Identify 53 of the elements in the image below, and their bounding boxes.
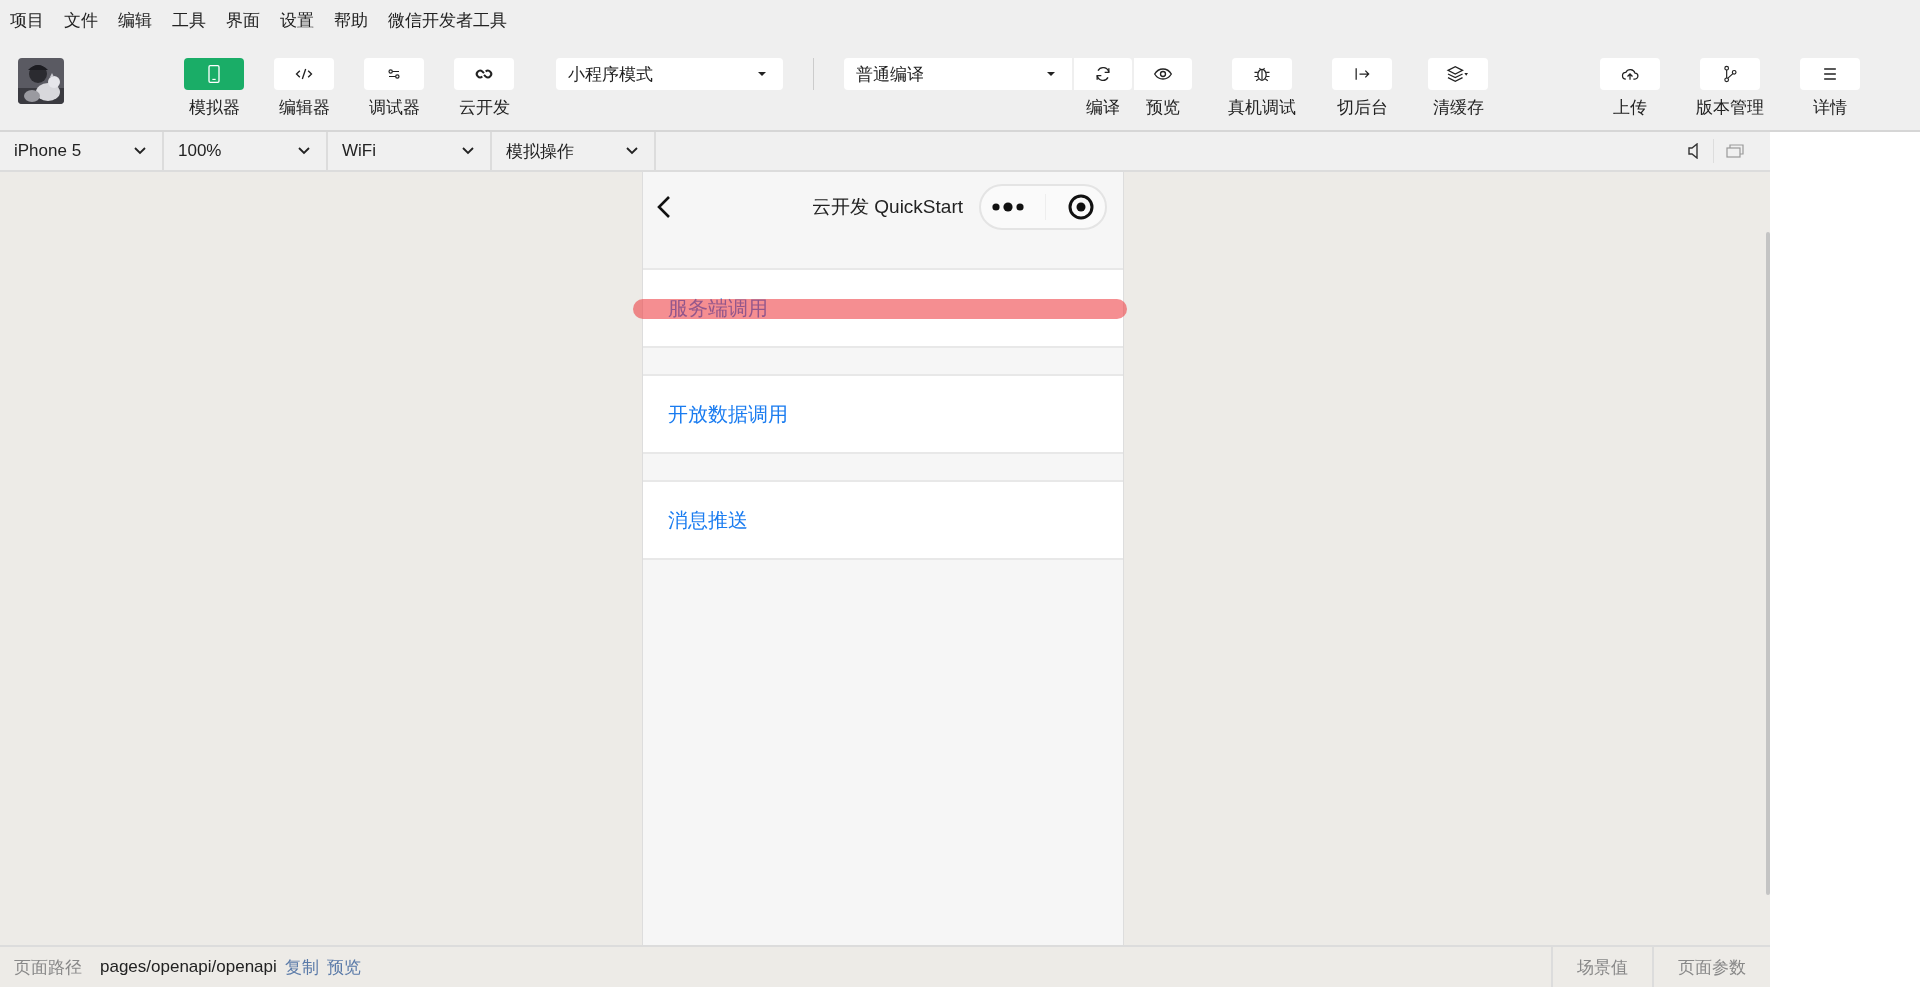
toolbar-button[interactable] [1134,58,1192,90]
compile-dropdown[interactable]: 普通编译 [844,58,1072,90]
tool-label: 上传 [1613,97,1647,119]
scrollbar[interactable] [1766,232,1770,895]
toolbar-button[interactable] [1800,58,1860,90]
chevron-down-icon [134,147,146,155]
chevron-down-icon [462,147,474,155]
toolbar-button[interactable] [1232,58,1292,90]
menu-item[interactable]: 设置 [280,8,314,32]
tool-label: 详情 [1813,97,1847,119]
path-label: 页面路径 [14,956,82,979]
more-icon [991,201,1026,213]
menu-item[interactable]: 帮助 [334,8,368,32]
list-item[interactable]: 开放数据调用 [643,374,1123,454]
dropdown-caret-icon [1046,71,1056,77]
speaker-icon [1687,143,1701,159]
nav-title: 云开发 QuickStart [812,195,963,219]
window-icon [1726,144,1744,158]
tool-label: 调试器 [368,97,420,119]
toolbar-button[interactable] [1074,58,1132,90]
link[interactable]: 预览 [326,955,361,979]
tool-label: 编译 [1086,97,1120,119]
device-dropdown[interactable]: WiFi [328,132,492,170]
toolbar-button[interactable] [454,58,514,90]
menu-item[interactable]: 编辑 [118,8,152,32]
device-dropdown[interactable]: iPhone 5 [0,132,164,170]
back-icon [657,195,671,219]
tool-label: 真机调试 [1228,97,1296,119]
link[interactable]: 复制 [284,955,319,979]
menu-item[interactable]: 工具 [172,8,206,32]
menu-item[interactable]: 界面 [226,8,260,32]
close-target-icon [1066,193,1095,221]
layers-icon [1445,64,1471,84]
menu-item[interactable]: 项目 [10,8,44,32]
dropdown-caret-icon [757,71,767,77]
tool-label: 模拟器 [188,97,240,119]
tool-label: 切后台 [1336,97,1388,119]
chevron-down-icon [626,147,638,155]
tool-label: 云开发 [458,97,510,119]
menu-item[interactable]: 微信开发者工具 [388,8,507,32]
device-dropdown[interactable]: 模拟操作 [492,132,656,170]
chevron-down-icon [298,147,310,155]
capsule-button[interactable] [979,184,1107,230]
tool-label: 版本管理 [1696,97,1764,119]
tool-label: 清缓存 [1432,97,1484,119]
tool-label: 编辑器 [278,97,330,119]
toolbar-button[interactable] [1428,58,1488,90]
page-path: pages/openapi/openapi [100,957,277,977]
mode-dropdown[interactable]: 小程序模式 [556,58,783,90]
device-dropdown[interactable]: 100% [164,132,328,170]
list-item[interactable]: 消息推送 [643,480,1123,560]
menu-item[interactable]: 文件 [64,8,98,32]
tool-label: 预览 [1146,97,1180,119]
